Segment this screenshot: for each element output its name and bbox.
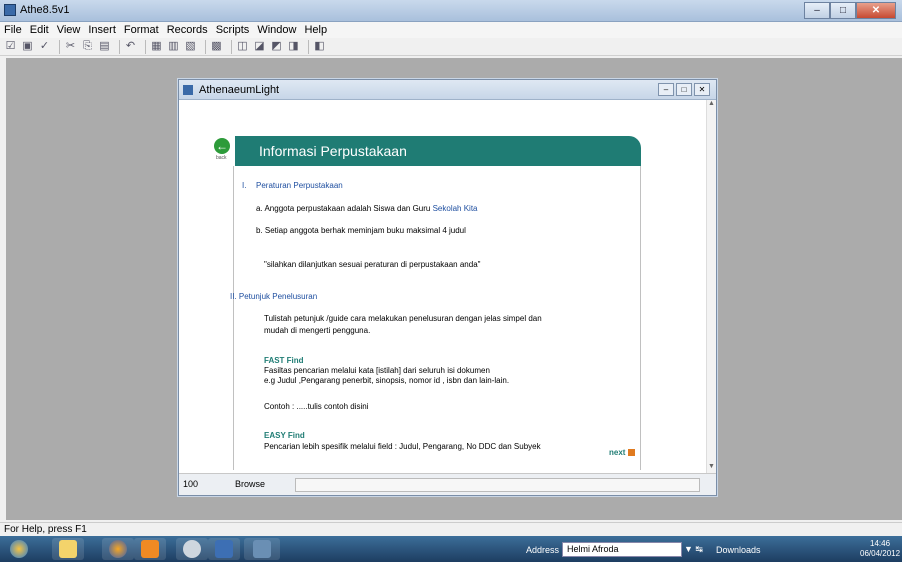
address-input[interactable]: Helmi Afroda bbox=[562, 542, 682, 557]
toolbar: ☑ ▣ ✓ ✂ ⎘ ▤ ↶ ▦ ▥ ▧ ▩ ◫ ◪ ◩ ◨ ◧ bbox=[0, 38, 902, 56]
sort-icon[interactable]: ▩ bbox=[210, 40, 223, 53]
clock[interactable]: 14:46 06/04/2012 bbox=[860, 539, 900, 559]
replace-icon[interactable]: ◪ bbox=[253, 40, 266, 53]
app-icon bbox=[4, 4, 16, 16]
example-text: Contoh : .....tulis contoh disini bbox=[264, 402, 369, 411]
menu-file[interactable]: File bbox=[4, 24, 22, 36]
section2-title: II. Petunjuk Penelusuran bbox=[230, 292, 318, 301]
omit-icon[interactable]: ◩ bbox=[270, 40, 283, 53]
find-icon[interactable]: ◫ bbox=[236, 40, 249, 53]
doc-maximize-button[interactable]: □ bbox=[676, 83, 692, 96]
chrome-icon[interactable] bbox=[176, 538, 208, 560]
document-title-bar: AthenaeumLight – □ ✕ bbox=[179, 80, 716, 100]
start-icon[interactable] bbox=[10, 540, 28, 558]
layout-icon[interactable]: ▦ bbox=[150, 40, 163, 53]
clock-time: 14:46 bbox=[870, 539, 891, 548]
layout-content: ← back Informasi Perpustakaan I. Peratur… bbox=[179, 100, 706, 470]
word-icon[interactable] bbox=[208, 538, 240, 560]
athenaeum-taskbar-icon[interactable] bbox=[244, 538, 280, 560]
mode-selector[interactable]: Browse bbox=[235, 479, 265, 489]
section1-title: Peraturan Perpustakaan bbox=[256, 181, 343, 190]
easy-find-title: EASY Find bbox=[264, 431, 305, 440]
explorer-icon[interactable] bbox=[52, 538, 84, 560]
minimize-button[interactable]: – bbox=[804, 2, 830, 19]
spellcheck-icon[interactable]: ✓ bbox=[38, 40, 51, 53]
app-title-bar: Athe8.5v1 – □ ✕ bbox=[0, 0, 902, 22]
firefox-icon[interactable] bbox=[102, 538, 134, 560]
next-label: next bbox=[609, 448, 626, 457]
menu-edit[interactable]: Edit bbox=[30, 24, 49, 36]
guide-line-2: mudah di mengerti pengguna. bbox=[264, 326, 371, 335]
app-title: Athe8.5v1 bbox=[20, 4, 70, 16]
doc-close-button[interactable]: ✕ bbox=[694, 83, 710, 96]
address-dropdown-icon[interactable]: ▼ ↹ bbox=[684, 544, 703, 555]
doc-minimize-button[interactable]: – bbox=[658, 83, 674, 96]
help-text: For Help, press F1 bbox=[4, 524, 87, 535]
document-title: AthenaeumLight bbox=[199, 84, 280, 96]
next-button[interactable]: next bbox=[609, 448, 636, 457]
scroll-up-icon[interactable]: ▲ bbox=[707, 100, 716, 112]
address-label: Address bbox=[526, 545, 560, 555]
back-arrow-icon[interactable]: ← bbox=[214, 138, 230, 154]
rule-a-text: a. Anggota perpustakaan adalah Siswa dan… bbox=[256, 204, 433, 213]
easy-find-line-1: Pencarian lebih spesifik melalui field :… bbox=[264, 442, 541, 451]
menu-insert[interactable]: Insert bbox=[88, 24, 116, 36]
menu-format[interactable]: Format bbox=[124, 24, 159, 36]
page-title: Informasi Perpustakaan bbox=[259, 143, 407, 159]
content-panel: I. Peraturan Perpustakaan a. Anggota per… bbox=[230, 166, 641, 470]
window-status-bar: 100 Browse bbox=[179, 473, 716, 495]
vertical-scrollbar[interactable]: ▲ ▼ bbox=[706, 100, 716, 475]
clock-date: 06/04/2012 bbox=[860, 549, 901, 558]
table-icon[interactable]: ▥ bbox=[167, 40, 180, 53]
media-icon[interactable] bbox=[134, 538, 166, 560]
rule-b: b. Setiap anggota berhak meminjam buku m… bbox=[256, 226, 466, 235]
help-status-bar: For Help, press F1 bbox=[0, 522, 902, 536]
menu-view[interactable]: View bbox=[57, 24, 81, 36]
horizontal-scrollbar[interactable] bbox=[295, 478, 700, 492]
document-window: AthenaeumLight – □ ✕ ← back Informasi Pe… bbox=[178, 79, 717, 496]
copy-icon[interactable]: ⎘ bbox=[81, 40, 94, 53]
downloads-label[interactable]: Downloads bbox=[716, 545, 761, 555]
help-icon[interactable]: ◧ bbox=[313, 40, 326, 53]
fast-find-title: FAST Find bbox=[264, 356, 304, 365]
menu-scripts[interactable]: Scripts bbox=[216, 24, 250, 36]
show-all-icon[interactable]: ◨ bbox=[287, 40, 300, 53]
new-icon[interactable]: ☑ bbox=[4, 40, 17, 53]
menu-window[interactable]: Window bbox=[257, 24, 296, 36]
form-icon[interactable]: ▧ bbox=[184, 40, 197, 53]
rule-a: a. Anggota perpustakaan adalah Siswa dan… bbox=[256, 204, 478, 213]
cut-icon[interactable]: ✂ bbox=[64, 40, 77, 53]
back-label: back bbox=[216, 155, 227, 161]
fast-find-line-1: Fasiltas pencarian melalui kata [istilah… bbox=[264, 366, 490, 375]
next-square-icon bbox=[628, 449, 636, 457]
taskbar: Address Helmi Afroda ▼ ↹ Downloads 14:46… bbox=[0, 536, 902, 562]
menu-help[interactable]: Help bbox=[304, 24, 327, 36]
close-button[interactable]: ✕ bbox=[856, 2, 896, 19]
print-icon[interactable]: ▣ bbox=[21, 40, 34, 53]
fast-find-line-2: e.g Judul ,Pengarang penerbit, sinopsis,… bbox=[264, 376, 510, 385]
menu-bar: File Edit View Insert Format Records Scr… bbox=[0, 22, 902, 38]
maximize-button[interactable]: □ bbox=[830, 2, 856, 19]
paste-icon[interactable]: ▤ bbox=[98, 40, 111, 53]
zoom-level[interactable]: 100 bbox=[183, 479, 198, 489]
undo-icon[interactable]: ↶ bbox=[124, 40, 137, 53]
header-banner: Informasi Perpustakaan bbox=[235, 136, 641, 166]
document-icon bbox=[183, 85, 193, 95]
rule-a-link[interactable]: Sekolah Kita bbox=[433, 204, 478, 213]
guide-line-1: Tulistah petunjuk /guide cara melakukan … bbox=[264, 314, 542, 323]
section1-number: I. bbox=[242, 181, 247, 190]
menu-records[interactable]: Records bbox=[167, 24, 208, 36]
note-text: "silahkan dilanjutkan sesuai peraturan d… bbox=[264, 260, 481, 269]
